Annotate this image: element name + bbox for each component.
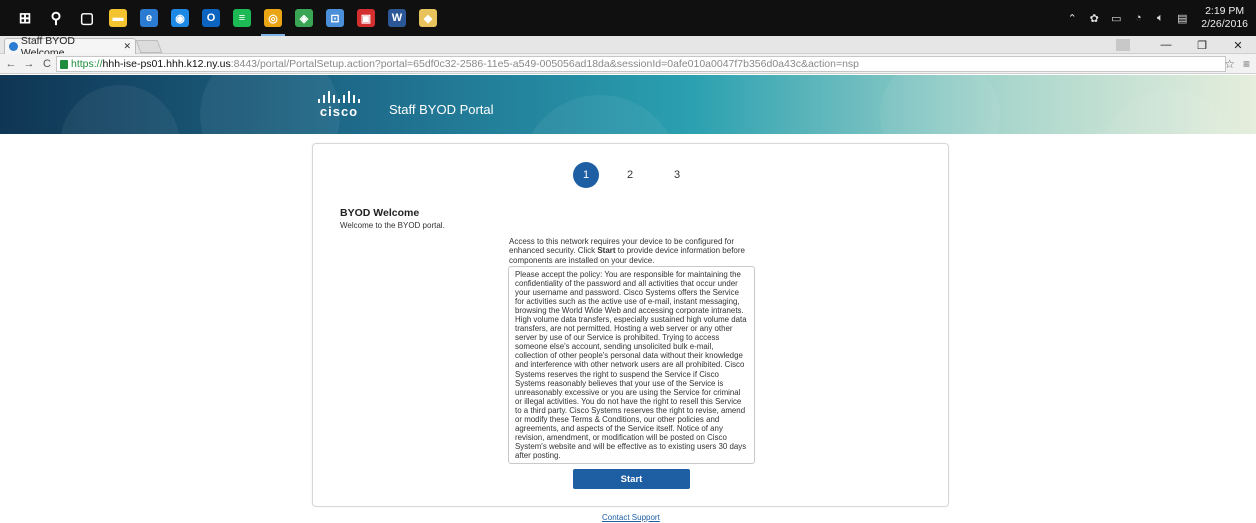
address-bar[interactable]: https:// hhh-ise-ps01.hhh.k12.ny.us :844… [56,56,1226,72]
byod-card: 1 2 3 BYOD Welcome Welcome to the BYOD p… [312,143,949,507]
url-path: :8443/portal/PortalSetup.action?portal=6… [230,58,860,70]
battery-icon[interactable]: ▭ [1109,12,1123,25]
cisco-logo: cisco [318,91,360,119]
profile-icon[interactable] [1116,39,1130,51]
step-2: 2 [626,169,634,181]
wifi-icon[interactable]: ◔ [1131,12,1145,24]
browser-tab-strip: Staff BYOD Welcome ✕ — ❐ ✕ [0,35,1256,59]
intro-start-keyword: Start [597,246,616,256]
acceptable-use-policy-box[interactable]: Please accept the policy: You are respon… [508,266,755,464]
task-view-icon[interactable]: ▢ [73,4,101,32]
intro-text: Access to this network requires your dev… [509,237,745,265]
windows-start-icon[interactable]: ⊞ [11,4,39,32]
app-red-icon[interactable]: ▣ [352,4,380,32]
step-3: 3 [673,169,681,181]
action-center-icon[interactable]: ▤ [1175,12,1189,25]
word-icon[interactable]: W [383,4,411,32]
page-title: BYOD Welcome [340,207,420,219]
portal-header: cisco Staff BYOD Portal [0,75,1256,134]
system-tray: ⌃ ✿ ▭ ◔ 🔈︎ ▤ 2:19 PM 2/26/2016 [1065,0,1256,36]
close-tab-icon[interactable]: ✕ [123,41,131,52]
cisco-bars-icon [318,91,360,103]
clock-time: 2:19 PM [1205,5,1245,17]
minimize-icon[interactable]: — [1148,36,1184,54]
windows-taskbar: ⊞ ⚲ ▢ ▬ e ◉ O ≡ ◎ ◈ ⊡ ▣ W ◆ ⌃ ✿ ▭ ◔ 🔈︎ ▤ 2:19 PM 2/26… [0,0,1256,36]
step-1: 1 [573,162,599,188]
forward-icon[interactable]: → [22,58,36,70]
app-folder-icon[interactable]: ◆ [414,4,442,32]
app-green-icon[interactable]: ◈ [290,4,318,32]
search-icon[interactable]: ⚲ [42,4,70,32]
maximize-icon[interactable]: ❐ [1184,36,1220,54]
new-tab-button[interactable] [135,40,163,53]
bookmark-star-icon[interactable]: ☆ [1224,57,1235,71]
spotify-icon[interactable]: ≡ [228,4,256,32]
url-host: hhh-ise-ps01.hhh.k12.ny.us [102,58,231,70]
reload-icon[interactable]: C [40,58,54,70]
menu-icon[interactable]: ≡ [1243,57,1250,71]
window-controls: — ❐ ✕ [1116,36,1256,54]
chevron-up-icon[interactable]: ⌃ [1065,12,1079,25]
clock[interactable]: 2:19 PM 2/26/2016 [1201,5,1248,31]
cisco-favicon-icon [9,42,18,51]
browser-toolbar: ← → C https:// hhh-ise-ps01.hhh.k12.ny.u… [0,54,1256,74]
url-scheme: https:// [71,58,103,70]
browser-tab[interactable]: Staff BYOD Welcome ✕ [4,35,136,59]
volume-icon[interactable]: 🔈︎ [1153,12,1167,24]
edge-icon[interactable]: e [135,4,163,32]
close-window-icon[interactable]: ✕ [1220,36,1256,54]
remote-icon[interactable]: ◉ [166,4,194,32]
outlook-icon[interactable]: O [197,4,225,32]
lock-icon [60,59,68,69]
back-icon[interactable]: ← [4,58,18,70]
contact-support-link[interactable]: Contact Support [602,513,660,522]
start-button[interactable]: Start [573,469,690,489]
security-icon[interactable]: ✿ [1087,12,1101,25]
network-app-icon[interactable]: ⊡ [321,4,349,32]
portal-title: Staff BYOD Portal [389,102,494,117]
page-subtitle: Welcome to the BYOD portal. [340,221,445,230]
cisco-wordmark: cisco [319,104,359,119]
clock-date: 2/26/2016 [1201,18,1248,30]
chrome-icon[interactable]: ◎ [259,4,287,36]
file-explorer-icon[interactable]: ▬ [104,4,132,32]
